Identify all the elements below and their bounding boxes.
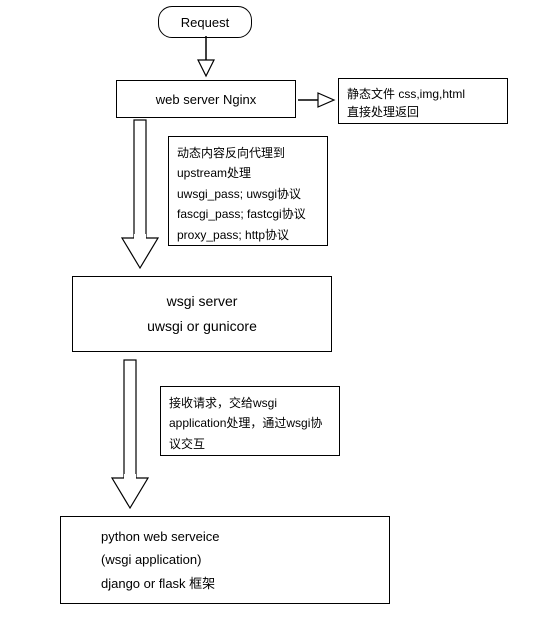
dynamic-line5: proxy_pass; http协议 xyxy=(177,225,319,245)
note-dynamic-proxy: 动态内容反向代理到 upstream处理 uwsgi_pass; uwsgi协议… xyxy=(168,136,328,246)
arrow-request-to-nginx xyxy=(196,36,216,78)
app-line3: django or flask 框架 xyxy=(101,572,215,595)
static-line1: 静态文件 css,img,html xyxy=(347,85,499,103)
wsgi-note-line1: 接收请求，交给wsgi xyxy=(169,393,331,413)
dynamic-line3: uwsgi_pass; uwsgi协议 xyxy=(177,184,319,204)
app-line2: (wsgi application) xyxy=(101,548,201,571)
static-line2: 直接处理返回 xyxy=(347,103,499,121)
node-wsgi-server: wsgi server uwsgi or gunicore xyxy=(72,276,332,352)
arrow-wsgi-to-app xyxy=(110,360,150,510)
node-web-application: python web serveice (wsgi application) d… xyxy=(60,516,390,604)
arrow-nginx-to-static xyxy=(298,90,336,110)
note-wsgi-protocol: 接收请求，交给wsgi application处理，通过wsgi协 议交互 xyxy=(160,386,340,456)
dynamic-line1: 动态内容反向代理到 xyxy=(177,143,319,163)
wsgi-note-line2: application处理，通过wsgi协 xyxy=(169,413,331,433)
note-static-files: 静态文件 css,img,html 直接处理返回 xyxy=(338,78,508,124)
dynamic-line2: upstream处理 xyxy=(177,163,319,183)
node-request: Request xyxy=(158,6,252,38)
arrow-nginx-to-wsgi xyxy=(120,120,160,270)
dynamic-line4: fascgi_pass; fastcgi协议 xyxy=(177,204,319,224)
node-request-label: Request xyxy=(181,15,229,30)
wsgi-note-line3: 议交互 xyxy=(169,434,331,454)
node-nginx: web server Nginx xyxy=(116,80,296,118)
app-line1: python web serveice xyxy=(101,525,220,548)
wsgi-server-line1: wsgi server xyxy=(167,289,238,314)
node-nginx-label: web server Nginx xyxy=(156,92,256,107)
wsgi-server-line2: uwsgi or gunicore xyxy=(147,314,257,339)
